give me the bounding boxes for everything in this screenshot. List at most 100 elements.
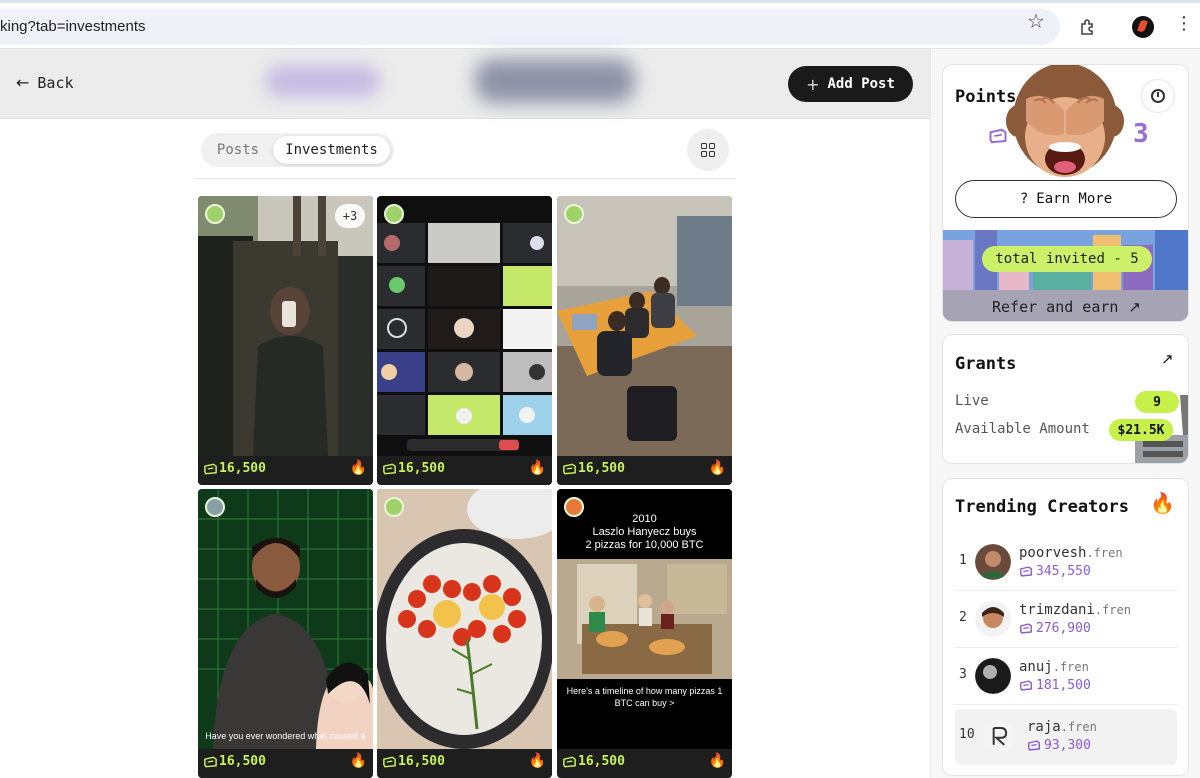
live-label: Live — [955, 393, 989, 409]
post-points: 16,500 — [578, 754, 625, 769]
url-text: king?tab=investments — [0, 18, 146, 35]
card-footer: 16,500 🔥 — [198, 749, 373, 778]
coin-icon — [562, 463, 577, 475]
post-caption: Have you ever wondered what caused a — [205, 731, 366, 741]
refer-label: Refer and earn — [991, 297, 1119, 316]
post-card[interactable]: 16,500 🔥 — [557, 196, 732, 485]
see-no-evil-monkey-icon — [1006, 65, 1124, 177]
bookmark-star-icon[interactable]: ☆ — [1027, 9, 1045, 33]
more-creators-badge: +3 — [335, 204, 365, 228]
post-image-office-meeting — [557, 196, 732, 456]
creator-row-current-user[interactable]: 10 raja.fren 93,300 — [955, 709, 1177, 765]
post-image-video-call — [377, 196, 552, 456]
creator-points: 276,900 — [1019, 621, 1091, 636]
refer-and-earn-banner[interactable]: total invited - 5 Refer and earn ↗ — [943, 230, 1188, 321]
page-header: ← Back + Add Post — [0, 49, 930, 119]
creator-name: anuj.fren — [1019, 659, 1089, 675]
creator-avatar — [205, 204, 225, 224]
coin-icon — [203, 756, 218, 768]
creator-points: 181,500 — [1019, 678, 1091, 693]
history-icon — [1151, 89, 1165, 103]
available-amount-label: Available Amount — [955, 421, 1090, 437]
back-button[interactable]: ← Back — [16, 73, 74, 92]
post-card[interactable]: 16,500 🔥 — [377, 489, 552, 778]
available-amount-value: $21.5K — [1109, 419, 1173, 441]
post-card[interactable]: Have you ever wondered what caused a 16,… — [198, 489, 373, 778]
points-panel: Points 3 ? Earn More total invited - 5 R… — [942, 64, 1189, 322]
fire-icon[interactable]: 🔥 — [709, 460, 726, 476]
card-footer: 16,500 🔥 — [557, 749, 732, 778]
trending-title: Trending Creators — [955, 497, 1129, 517]
creator-avatar — [564, 204, 584, 224]
coin-icon — [1027, 740, 1041, 751]
creator-avatar — [975, 658, 1011, 694]
post-points: 16,500 — [398, 461, 445, 476]
post-card[interactable]: 16,500 🔥 — [377, 196, 552, 485]
refer-and-earn-button[interactable]: Refer and earn ↗ — [943, 290, 1188, 321]
grid-view-button[interactable] — [687, 129, 729, 171]
question-icon: ? — [1019, 191, 1029, 207]
creator-row[interactable]: 1 poorvesh.fren 345,550 — [955, 535, 1177, 591]
arrow-up-right-icon[interactable]: ↗ — [1161, 350, 1174, 368]
blurred-profile-image — [475, 59, 635, 103]
extensions-icon[interactable] — [1078, 17, 1098, 37]
history-button[interactable] — [1141, 79, 1175, 113]
fire-icon[interactable]: 🔥 — [350, 460, 367, 476]
earn-more-button[interactable]: ? Earn More — [955, 180, 1177, 218]
creator-row[interactable]: 2 trimzdani.fren 276,900 — [955, 592, 1177, 648]
card-footer: 16,500 🔥 — [377, 749, 552, 778]
creator-avatar — [975, 544, 1011, 580]
coin-icon — [1019, 680, 1033, 691]
creator-points: 93,300 — [1027, 738, 1091, 753]
grid-icon — [701, 143, 715, 157]
post-headline: 2010 Laszlo Hanyecz buys 2 pizzas for 10… — [585, 513, 704, 551]
card-footer: 16,500 🔥 — [377, 456, 552, 485]
creator-rank: 1 — [959, 553, 967, 568]
fire-icon: 🔥 — [1150, 491, 1175, 515]
creator-avatar — [983, 720, 1015, 752]
post-image-food-plate — [377, 489, 552, 749]
post-points: 16,500 — [219, 754, 266, 769]
post-caption: Here's a timeline of how many pizzas 1 B… — [566, 686, 723, 708]
grants-title: Grants — [955, 354, 1017, 374]
back-label: Back — [37, 73, 74, 92]
arrow-up-right-icon: ↗ — [1128, 297, 1141, 316]
card-footer: 16,500 🔥 — [198, 456, 373, 485]
browser-toolbar: king?tab=investments ☆ ⋮ — [0, 0, 1200, 49]
post-card[interactable]: 2010 Laszlo Hanyecz buys 2 pizzas for 10… — [557, 489, 732, 778]
coin-icon — [562, 756, 577, 768]
creator-rank: 10 — [959, 727, 975, 742]
tab-investments[interactable]: Investments — [273, 136, 390, 164]
blurred-profile-name — [265, 65, 380, 97]
fire-icon[interactable]: 🔥 — [709, 753, 726, 769]
fire-icon[interactable]: 🔥 — [529, 460, 546, 476]
browser-menu-icon[interactable]: ⋮ — [1175, 13, 1193, 34]
coin-icon — [382, 756, 397, 768]
creator-name: raja.fren — [1027, 719, 1097, 735]
coin-icon — [1019, 566, 1033, 577]
post-image-mirror-selfie — [198, 196, 373, 456]
trending-creators-panel: Trending Creators 🔥 1 poorvesh.fren 345,… — [942, 478, 1189, 776]
plus-icon: + — [806, 74, 820, 94]
post-points: 16,500 — [398, 754, 445, 769]
post-card[interactable]: +3 16,500 🔥 — [198, 196, 373, 485]
grants-panel: Grants ↗ Live 9 Available Amount $21.5K — [942, 334, 1189, 464]
creator-rank: 2 — [959, 610, 967, 625]
creator-points: 345,550 — [1019, 564, 1091, 579]
creator-avatar — [384, 497, 404, 517]
content-tabs: Posts Investments — [201, 133, 394, 167]
post-points: 16,500 — [578, 461, 625, 476]
creator-avatar — [384, 204, 404, 224]
profile-avatar[interactable] — [1132, 16, 1154, 38]
earn-more-label: Earn More — [1036, 191, 1113, 207]
tab-posts[interactable]: Posts — [205, 136, 271, 164]
creator-row[interactable]: 3 anuj.fren 181,500 — [955, 649, 1177, 705]
coin-icon — [988, 128, 1008, 144]
fire-icon[interactable]: 🔥 — [350, 753, 367, 769]
creator-avatar — [975, 601, 1011, 637]
fire-icon[interactable]: 🔥 — [529, 753, 546, 769]
creator-name: trimzdani.fren — [1019, 602, 1131, 618]
coin-icon — [382, 463, 397, 475]
address-bar[interactable]: king?tab=investments — [0, 9, 1060, 45]
add-post-button[interactable]: + Add Post — [788, 66, 913, 102]
